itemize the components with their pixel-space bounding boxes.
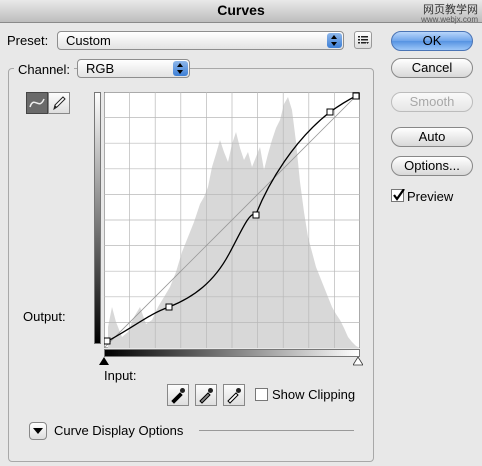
- preset-dropdown[interactable]: Custom: [57, 31, 344, 50]
- pencil-tool-button[interactable]: [48, 92, 70, 114]
- watermark-line2: www.webjx.com: [421, 15, 478, 24]
- white-eyedropper-icon: [227, 388, 241, 404]
- watermark: 网页教学网 www.webjx.com: [421, 5, 478, 25]
- dropdown-arrows-icon: [173, 61, 188, 76]
- curve-tool-icon: [29, 98, 45, 108]
- curve-display-label: Curve Display Options: [54, 423, 184, 438]
- output-label: Output:: [23, 309, 66, 324]
- channel-value: RGB: [86, 61, 115, 76]
- disclosure-triangle-icon: [33, 428, 43, 434]
- curves-graph[interactable]: [104, 92, 360, 348]
- ok-button[interactable]: OK: [391, 31, 473, 51]
- black-eyedropper-button[interactable]: [167, 384, 189, 406]
- pencil-tool-icon: [53, 96, 66, 111]
- black-eyedropper-icon: [171, 388, 185, 404]
- gray-eyedropper-icon: [199, 388, 213, 404]
- show-clipping-label: Show Clipping: [272, 387, 356, 402]
- preset-value: Custom: [66, 33, 111, 48]
- checkmark-icon: [393, 189, 405, 201]
- curve-point[interactable]: [165, 303, 173, 311]
- preset-label: Preset:: [7, 33, 49, 48]
- output-gradient-bar: [94, 92, 101, 344]
- black-point-slider-icon[interactable]: [99, 357, 109, 366]
- separator-line: [199, 430, 354, 431]
- curve-point[interactable]: [352, 92, 360, 100]
- preview-checkbox[interactable]: [391, 189, 405, 202]
- curve-display-toggle[interactable]: [29, 422, 47, 440]
- preset-menu-button[interactable]: [354, 31, 372, 49]
- input-gradient-bar: [104, 349, 360, 357]
- channel-dropdown[interactable]: RGB: [77, 59, 190, 78]
- auto-button[interactable]: Auto: [391, 127, 473, 147]
- preset-menu-icon: [358, 36, 369, 44]
- gray-eyedropper-button[interactable]: [195, 384, 217, 406]
- title-bar: Curves: [0, 0, 482, 23]
- channel-label: Channel:: [14, 62, 75, 77]
- curve-point[interactable]: [326, 108, 334, 116]
- white-point-slider-icon[interactable]: [353, 357, 363, 366]
- cancel-button[interactable]: Cancel: [391, 58, 473, 78]
- curve-point[interactable]: [104, 337, 111, 345]
- window-title: Curves: [217, 2, 265, 18]
- curve-tool-button[interactable]: [26, 92, 48, 114]
- smooth-button[interactable]: Smooth: [391, 92, 473, 112]
- preview-label: Preview: [407, 189, 454, 204]
- white-eyedropper-button[interactable]: [223, 384, 245, 406]
- show-clipping-checkbox[interactable]: [255, 388, 268, 401]
- input-label: Input:: [104, 368, 137, 383]
- watermark-line1: 网页教学网: [423, 4, 478, 16]
- options-button[interactable]: Options...: [391, 156, 473, 176]
- dropdown-arrows-icon: [327, 33, 342, 48]
- curve-point[interactable]: [252, 211, 260, 219]
